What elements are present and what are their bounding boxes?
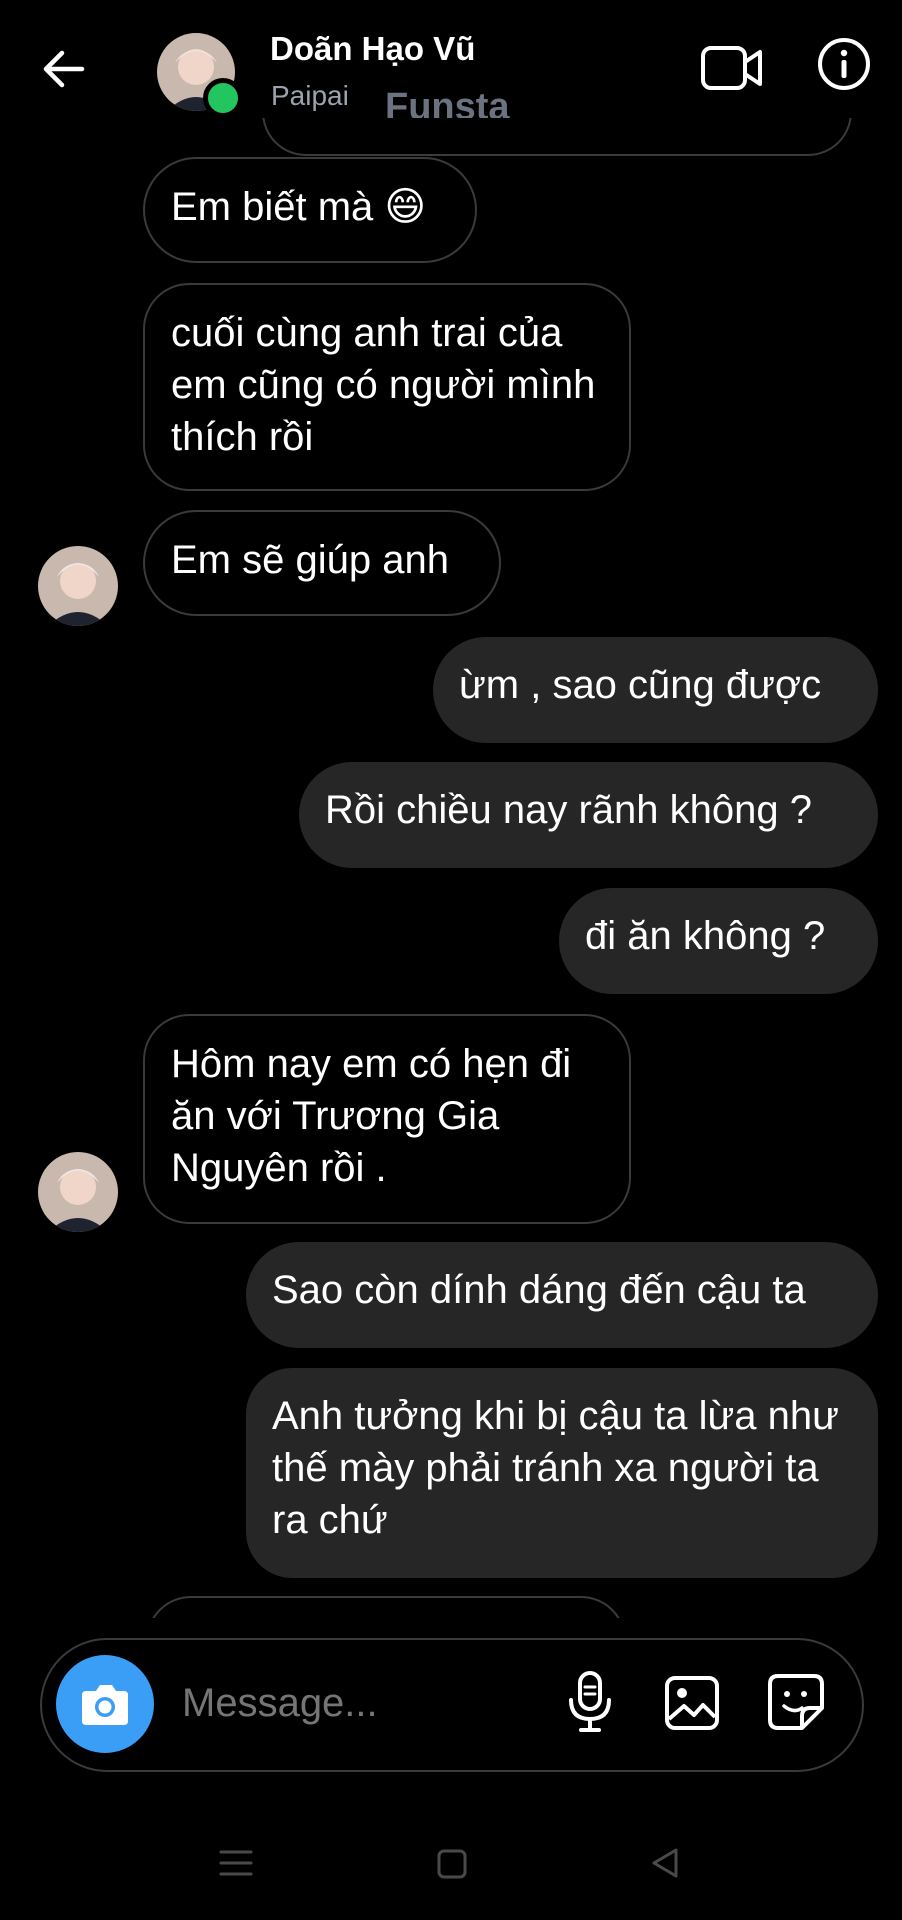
message-bubble-outgoing[interactable]: ừm , sao cũng được: [433, 637, 878, 743]
message-list[interactable]: Em biết mà 😄 cuối cùng anh trai của em c…: [0, 118, 902, 1618]
sender-avatar[interactable]: [38, 546, 118, 626]
contact-name[interactable]: Doãn Hạo Vũ: [270, 30, 475, 68]
arrow-left-icon: [43, 50, 85, 88]
triangle-back-icon: [652, 1848, 678, 1878]
video-call-button[interactable]: [700, 40, 764, 96]
conversation-info-button[interactable]: [816, 36, 872, 92]
sticker-icon: [768, 1674, 824, 1730]
microphone-icon: [569, 1671, 611, 1732]
info-icon: [818, 38, 870, 90]
contact-handle: Paipai: [271, 80, 349, 111]
message-bubble-incoming[interactable]: Em sẽ giúp anh: [143, 510, 501, 616]
message-bubble-outgoing[interactable]: Anh tưởng khi bị cậu ta lừa như thế mày …: [246, 1368, 878, 1578]
message-bubble-incoming[interactable]: Hôm nay em có hẹn đi ăn với Trương Gia N…: [143, 1014, 631, 1224]
voice-message-button[interactable]: [565, 1670, 615, 1734]
nav-back-button[interactable]: [648, 1846, 682, 1880]
camera-button[interactable]: [56, 1655, 154, 1753]
video-call-icon: [701, 46, 762, 90]
message-bubble-outgoing[interactable]: Rồi chiều nay rãnh không ?: [299, 762, 878, 868]
camera-icon: [82, 1685, 128, 1725]
nav-home-button[interactable]: [436, 1848, 468, 1880]
gallery-button[interactable]: [664, 1675, 720, 1731]
message-bubble-partial: [262, 118, 852, 156]
gallery-icon: [665, 1676, 719, 1730]
menu-lines-icon: [219, 1850, 253, 1876]
message-bubble-outgoing[interactable]: đi ăn không ?: [559, 888, 878, 994]
back-button[interactable]: [38, 44, 88, 94]
message-bubble-incoming[interactable]: Em biết mà 😄: [143, 157, 477, 263]
sticker-button[interactable]: [766, 1672, 826, 1732]
message-bubble-incoming[interactable]: cuối cùng anh trai của em cũng có người …: [143, 283, 631, 491]
nav-recents-button[interactable]: [218, 1848, 254, 1878]
square-icon: [437, 1849, 467, 1879]
message-bubble-outgoing[interactable]: Sao còn dính dáng đến cậu ta: [246, 1242, 878, 1348]
message-input[interactable]: [180, 1680, 544, 1727]
sender-avatar[interactable]: [38, 1152, 118, 1232]
online-status-dot: [203, 78, 243, 118]
message-bubble-partial: [146, 1596, 626, 1618]
